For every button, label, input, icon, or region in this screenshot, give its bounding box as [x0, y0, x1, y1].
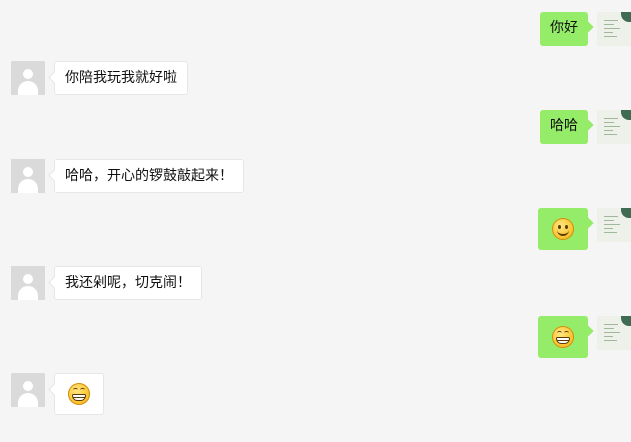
message-text: 你好	[550, 20, 578, 36]
message-row: 哈哈，开心的锣鼓敲起来！	[0, 159, 631, 193]
avatar-leaf-decoration	[621, 110, 631, 120]
message-text: 哈哈，开心的锣鼓敲起来！	[65, 168, 233, 184]
grin-emoji-icon	[68, 383, 90, 405]
sent-message-bubble[interactable]: 哈哈	[540, 110, 588, 144]
avatar-head-icon	[23, 274, 33, 284]
received-message-bubble[interactable]: 我还剁呢，切克闹！	[54, 266, 202, 300]
contact-avatar[interactable]	[11, 61, 45, 95]
contact-avatar[interactable]	[11, 373, 45, 407]
contact-avatar[interactable]	[11, 266, 45, 300]
message-row: 我还剁呢，切克闹！	[0, 266, 631, 300]
avatar-leaf-decoration	[621, 316, 631, 326]
sent-emoji-bubble[interactable]	[538, 316, 588, 358]
smile-emoji-icon	[552, 218, 574, 240]
contact-avatar[interactable]	[11, 159, 45, 193]
avatar-head-icon	[23, 69, 33, 79]
message-row	[0, 373, 631, 415]
user-avatar[interactable]	[597, 316, 631, 350]
sent-emoji-bubble[interactable]	[538, 208, 588, 250]
received-emoji-bubble[interactable]	[54, 373, 104, 415]
message-text: 我还剁呢，切克闹！	[65, 275, 191, 291]
chat-window: 你好 你陪我玩我就好啦 哈哈 哈哈，开心的锣鼓敲起来！ 我还剁呢，切克闹！	[0, 0, 631, 442]
message-row: 你陪我玩我就好啦	[0, 61, 631, 95]
message-row: 你好	[0, 12, 631, 46]
avatar-body-icon	[18, 393, 38, 407]
avatar-body-icon	[18, 179, 38, 193]
user-avatar[interactable]	[597, 208, 631, 242]
message-row	[0, 208, 631, 250]
avatar-head-icon	[23, 381, 33, 391]
avatar-body-icon	[18, 286, 38, 300]
grin-emoji-icon	[552, 326, 574, 348]
avatar-head-icon	[23, 167, 33, 177]
avatar-body-icon	[18, 81, 38, 95]
message-text: 哈哈	[550, 118, 578, 134]
avatar-leaf-decoration	[621, 12, 631, 22]
received-message-bubble[interactable]: 哈哈，开心的锣鼓敲起来！	[54, 159, 244, 193]
message-row	[0, 316, 631, 358]
user-avatar[interactable]	[597, 12, 631, 46]
message-text: 你陪我玩我就好啦	[65, 70, 177, 86]
message-row: 哈哈	[0, 110, 631, 144]
received-message-bubble[interactable]: 你陪我玩我就好啦	[54, 61, 188, 95]
user-avatar[interactable]	[597, 110, 631, 144]
sent-message-bubble[interactable]: 你好	[540, 12, 588, 46]
avatar-leaf-decoration	[621, 208, 631, 218]
